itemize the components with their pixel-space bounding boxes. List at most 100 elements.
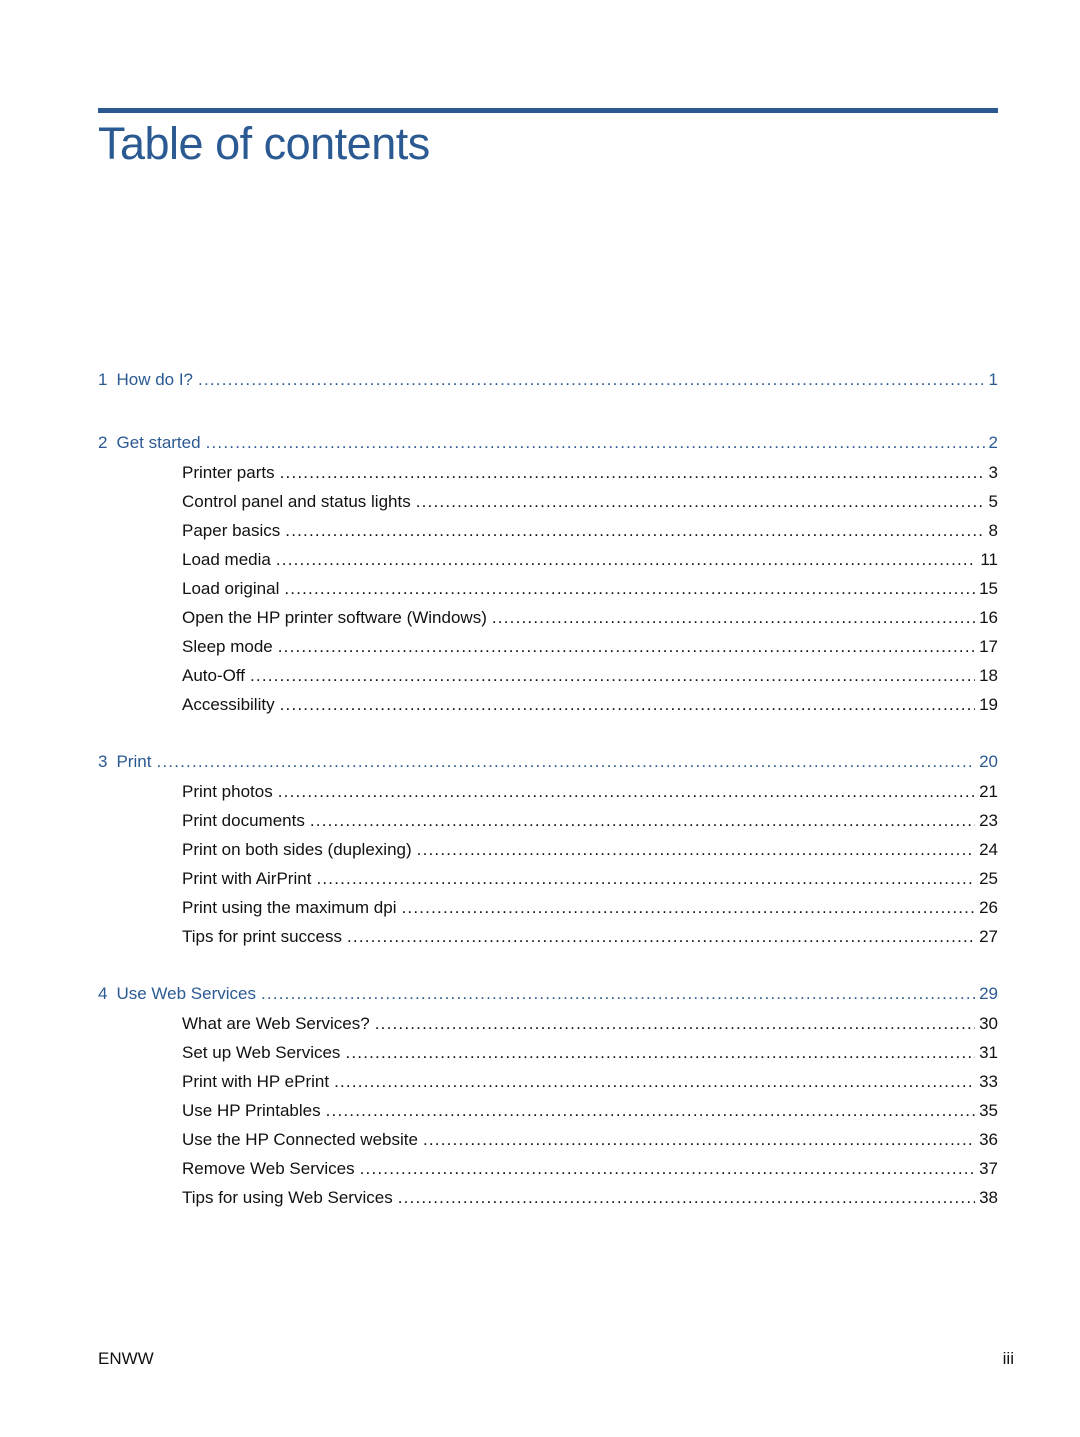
section-page: 15 xyxy=(979,579,998,598)
leader-dots xyxy=(278,637,975,657)
chapter-page: 29 xyxy=(979,984,998,1003)
section-link[interactable]: Accessibility 19 xyxy=(98,695,998,724)
section-link[interactable]: Print documents 23 xyxy=(98,811,998,840)
leader-dots xyxy=(198,370,985,390)
section-link[interactable]: Auto-Off 18 xyxy=(98,666,998,695)
leader-dots xyxy=(334,1072,975,1092)
leader-dots xyxy=(401,898,975,918)
section-page: 33 xyxy=(979,1072,998,1091)
section-title: Print documents xyxy=(182,811,305,830)
section-title: Print using the maximum dpi xyxy=(182,898,397,917)
section-title: Tips for using Web Services xyxy=(182,1188,393,1207)
section-title: Printer parts xyxy=(182,463,275,482)
footer-page-number: iii xyxy=(1002,1349,1014,1368)
leader-dots xyxy=(360,1159,975,1179)
section-title: Accessibility xyxy=(182,695,275,714)
section-page: 17 xyxy=(979,637,998,656)
leader-dots xyxy=(310,811,975,831)
chapter-number: 2 xyxy=(98,433,108,452)
section-page: 23 xyxy=(979,811,998,830)
leader-dots xyxy=(206,433,985,453)
section-title: Load media xyxy=(182,550,271,569)
leader-dots xyxy=(375,1014,975,1034)
leader-dots xyxy=(417,840,975,860)
section-title: Remove Web Services xyxy=(182,1159,355,1178)
section-title: Use the HP Connected website xyxy=(182,1130,418,1149)
chapter-link[interactable]: 2 Get started 2 xyxy=(98,433,998,463)
chapter-page: 20 xyxy=(979,752,998,771)
section-title: Sleep mode xyxy=(182,637,273,656)
section-page: 25 xyxy=(979,869,998,888)
section-link[interactable]: Control panel and status lights 5 xyxy=(98,492,998,521)
section-link[interactable]: Tips for using Web Services 38 xyxy=(98,1188,998,1217)
chapter-link[interactable]: 4 Use Web Services 29 xyxy=(98,984,998,1014)
chapter-number: 4 xyxy=(98,984,108,1003)
section-link[interactable]: Print with AirPrint 25 xyxy=(98,869,998,898)
leader-dots xyxy=(347,927,975,947)
leader-dots xyxy=(345,1043,975,1063)
section-page: 5 xyxy=(988,492,998,511)
chapter-title: Get started xyxy=(116,433,201,452)
chapter-title: Print xyxy=(116,752,152,771)
section-link[interactable]: Use HP Printables 35 xyxy=(98,1101,998,1130)
title-rule xyxy=(98,108,998,113)
page-title: Table of contents xyxy=(98,118,430,169)
leader-dots xyxy=(278,782,975,802)
section-title: Print photos xyxy=(182,782,273,801)
leader-dots xyxy=(326,1101,975,1121)
chapter-page: 2 xyxy=(988,433,998,452)
section-title: Auto-Off xyxy=(182,666,245,685)
section-page: 3 xyxy=(988,463,998,482)
leader-dots xyxy=(423,1130,975,1150)
leader-dots xyxy=(280,695,975,715)
section-title: What are Web Services? xyxy=(182,1014,370,1033)
leader-dots xyxy=(276,550,977,570)
section-page: 24 xyxy=(979,840,998,859)
section-title: Use HP Printables xyxy=(182,1101,321,1120)
leader-dots xyxy=(316,869,975,889)
section-link[interactable]: Printer parts 3 xyxy=(98,463,998,492)
section-link[interactable]: Tips for print success 27 xyxy=(98,927,998,956)
chapter-link[interactable]: 3 Print 20 xyxy=(98,752,998,782)
chapter-number: 1 xyxy=(98,370,108,389)
chapter-number: 3 xyxy=(98,752,108,771)
section-title: Set up Web Services xyxy=(182,1043,341,1062)
section-link[interactable]: Load original 15 xyxy=(98,579,998,608)
section-page: 27 xyxy=(979,927,998,946)
section-page: 8 xyxy=(988,521,998,540)
section-page: 31 xyxy=(979,1043,998,1062)
section-link[interactable]: Load media 11 xyxy=(98,550,998,579)
chapter-block: 3Print20Print photos21Print documents23P… xyxy=(98,752,998,956)
section-page: 26 xyxy=(979,898,998,917)
section-link[interactable]: Print using the maximum dpi 26 xyxy=(98,898,998,927)
section-link[interactable]: Remove Web Services 37 xyxy=(98,1159,998,1188)
section-title: Print on both sides (duplexing) xyxy=(182,840,412,859)
section-title: Load original xyxy=(182,579,280,598)
section-title: Open the HP printer software (Windows) xyxy=(182,608,487,627)
section-link[interactable]: Sleep mode 17 xyxy=(98,637,998,666)
chapter-page: 1 xyxy=(988,370,998,389)
section-page: 30 xyxy=(979,1014,998,1033)
section-link[interactable]: Print on both sides (duplexing) 24 xyxy=(98,840,998,869)
section-page: 37 xyxy=(979,1159,998,1178)
section-page: 18 xyxy=(979,666,998,685)
leader-dots xyxy=(156,752,975,772)
section-title: Paper basics xyxy=(182,521,281,540)
section-link[interactable]: Paper basics 8 xyxy=(98,521,998,550)
chapter-link[interactable]: 1 How do I? 1 xyxy=(98,370,998,400)
section-link[interactable]: Print photos 21 xyxy=(98,782,998,811)
footer-label: ENWW xyxy=(98,1349,154,1368)
section-link[interactable]: Set up Web Services 31 xyxy=(98,1043,998,1072)
table-of-contents: 1 How do I? 1 2 Get started 2 Printer parts 3 Co… xyxy=(98,370,998,1245)
section-link[interactable]: Use the HP Connected website 36 xyxy=(98,1130,998,1159)
section-title: Print with HP ePrint xyxy=(182,1072,330,1091)
section-page: 21 xyxy=(979,782,998,801)
chapter-title: How do I? xyxy=(116,370,194,389)
section-link[interactable]: Print with HP ePrint 33 xyxy=(98,1072,998,1101)
section-page: 16 xyxy=(979,608,998,627)
section-link[interactable]: Open the HP printer software (Windows) 16 xyxy=(98,608,998,637)
section-link[interactable]: What are Web Services? 30 xyxy=(98,1014,998,1043)
section-title: Tips for print success xyxy=(182,927,342,946)
section-page: 11 xyxy=(980,550,998,569)
chapter-block: 2 Get started 2 Printer parts 3 Control panel… xyxy=(98,433,998,724)
